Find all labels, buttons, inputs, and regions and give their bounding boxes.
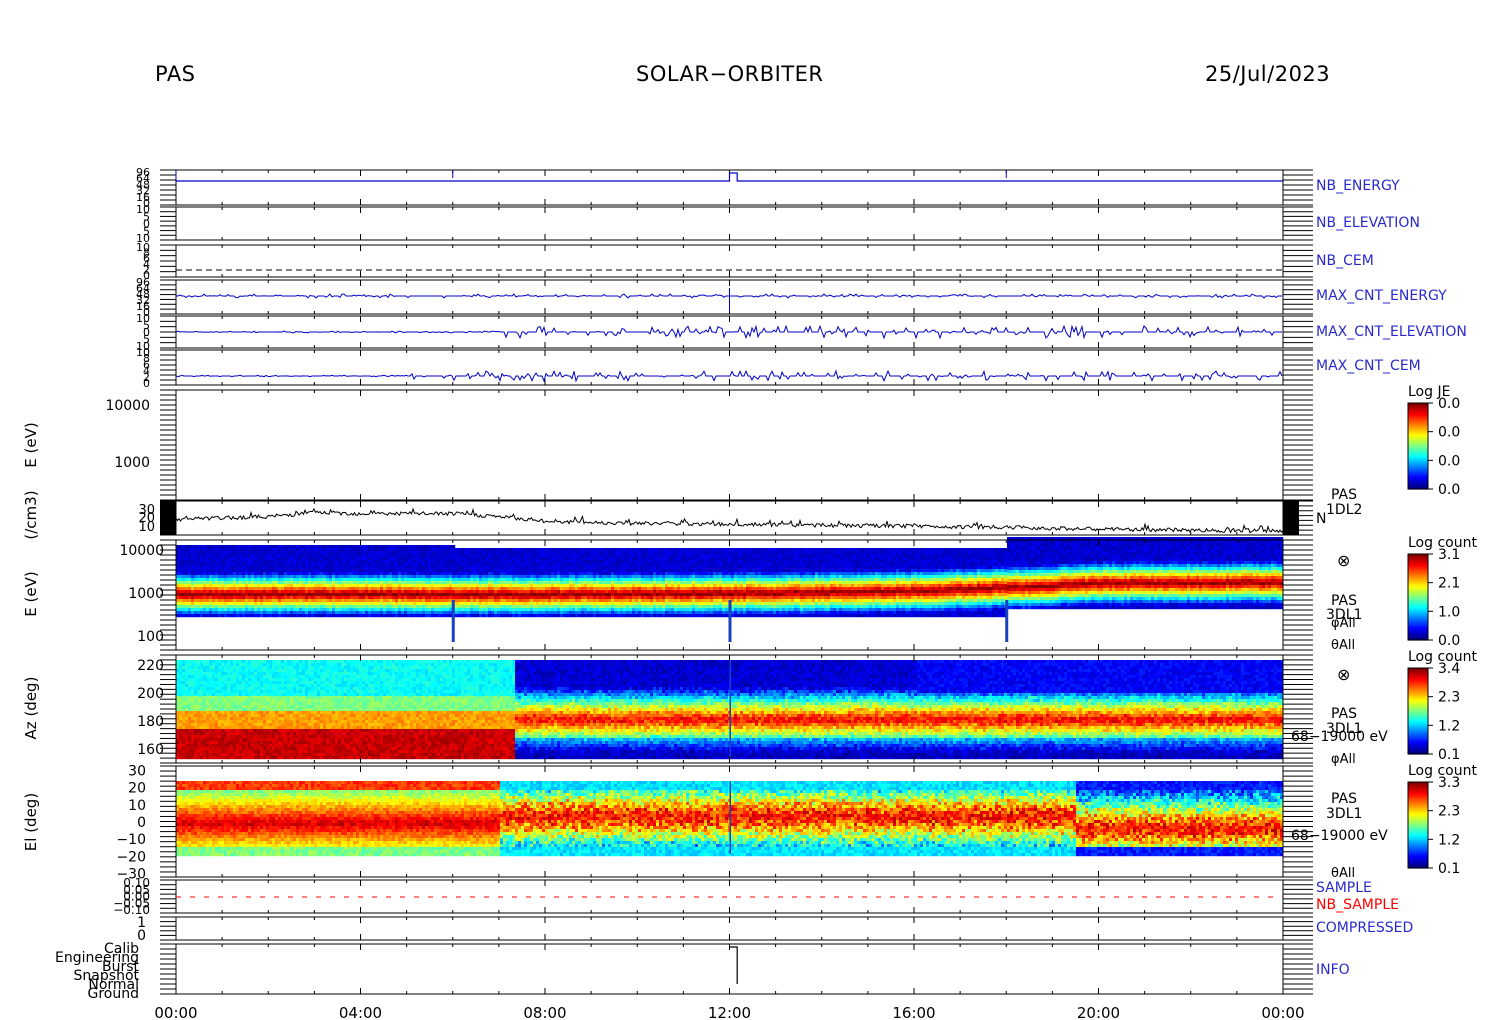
- energy-colorbar: [1408, 554, 1433, 641]
- max-cnt-elevation-panel-label: MAX_CNT_ELEVATION: [1316, 324, 1467, 340]
- density-ytick: 10: [138, 520, 155, 535]
- azimuth-ylabel: Az (deg): [22, 677, 40, 740]
- info-ytick: Ground: [88, 986, 140, 1002]
- density-left-block: [160, 501, 176, 535]
- x-tick-label: 04:00: [339, 1004, 382, 1020]
- nb-cem-panel: [160, 245, 1313, 277]
- nb-elevation-panel: [160, 207, 1313, 240]
- x-tick-label: 08:00: [523, 1004, 566, 1020]
- elevation-colorbar-tick: 1.2: [1438, 832, 1460, 848]
- max-cnt-energy-panel: [160, 280, 1313, 314]
- energy-theta-label: θAll: [1331, 638, 1355, 653]
- nb-cem-panel-label: NB_CEM: [1316, 253, 1374, 269]
- elevation-colorbar-tick: 2.3: [1438, 804, 1460, 820]
- nb-elevation-panel-label: NB_ELEVATION: [1316, 215, 1420, 231]
- azimuth-spectrogram-image: [176, 660, 1283, 759]
- je-colorbar-tick: 0.0: [1438, 425, 1460, 441]
- azimuth-energy-range: 68−19000 eV: [1291, 729, 1388, 745]
- elevation-pas-label: PAS: [1331, 791, 1357, 807]
- je-ytick: 10000: [105, 398, 150, 414]
- energy-colorbar-tick: 3.1: [1438, 547, 1460, 563]
- energy-direction-symbol: ⊗: [1337, 551, 1350, 570]
- azimuth-colorbar-tick: 2.3: [1438, 690, 1460, 706]
- info-panel: [160, 944, 1313, 994]
- density-panel: [160, 501, 1313, 535]
- azimuth-ytick: 220: [137, 658, 164, 674]
- je-colorbar-tick: 0.0: [1438, 396, 1460, 412]
- info-label: INFO: [1316, 962, 1350, 978]
- energy-spectrogram-image: [176, 537, 1283, 642]
- density-pas-label: PAS: [1331, 487, 1357, 503]
- max-cnt-elevation-trace: [176, 326, 1282, 338]
- elevation-ytick: 10: [128, 798, 146, 814]
- x-tick-label: 20:00: [1077, 1004, 1120, 1020]
- elevation-colorbar-tick: 3.3: [1438, 775, 1460, 791]
- azimuth-pas-label: PAS: [1331, 706, 1357, 722]
- elevation-ytick: 30: [128, 763, 146, 779]
- energy-colorbar-tick: 0.0: [1438, 633, 1460, 649]
- elevation-level-label: 3DL1: [1326, 806, 1362, 822]
- elevation-ytick: −20: [116, 849, 146, 865]
- azimuth-ytick: 200: [137, 686, 164, 702]
- density-right-block: [1283, 501, 1299, 535]
- energy-colorbar-tick: 1.0: [1438, 604, 1460, 620]
- info-trace: [730, 947, 738, 984]
- azimuth-phi-label: φAll: [1331, 752, 1356, 767]
- x-tick-label: 00:00: [1261, 1004, 1304, 1020]
- density-ylabel: (/cm3): [22, 490, 40, 539]
- energy-colorbar-tick: 2.1: [1438, 576, 1460, 592]
- elevation-ylabel: El (deg): [22, 793, 40, 851]
- energy-ylabel: E (eV): [22, 571, 40, 616]
- je-spectrogram-panel: [160, 390, 1313, 500]
- azimuth-colorbar-tick: 1.2: [1438, 718, 1460, 734]
- sample-label: SAMPLE: [1316, 880, 1372, 896]
- x-tick-label: 00:00: [154, 1004, 197, 1020]
- nb-sample-label: NB_SAMPLE: [1316, 897, 1399, 913]
- elevation-colorbar: [1408, 782, 1433, 869]
- max-cnt-cem-panel: [160, 350, 1313, 385]
- je-colorbar: [1408, 403, 1433, 490]
- je-ylabel: E (eV): [22, 422, 40, 467]
- azimuth-colorbar: [1408, 668, 1433, 755]
- x-tick-label: 12:00: [708, 1004, 751, 1020]
- nb-energy-panel-label: NB_ENERGY: [1316, 178, 1400, 194]
- energy-ytick: 10000: [119, 543, 164, 559]
- elevation-ytick: 0: [137, 815, 146, 831]
- je-ytick: 1000: [114, 455, 150, 471]
- elevation-ytick: 20: [128, 781, 146, 797]
- max-cnt-cem-panel-ytick: 0: [143, 377, 150, 390]
- azimuth-ytick: 180: [137, 714, 164, 730]
- compressed-panel: [160, 917, 1313, 940]
- summary-plot: 96644832160NB_ENERGY1050510NB_ELEVATION1…: [0, 0, 1512, 1020]
- elevation-ytick: −10: [116, 832, 146, 848]
- elevation-spectrogram-image: [176, 781, 1283, 856]
- elevation-theta-label: θAll: [1331, 866, 1355, 881]
- density-n-label: N: [1316, 511, 1326, 527]
- azimuth-ytick: 160: [137, 742, 164, 758]
- je-colorbar-tick: 0.0: [1438, 482, 1460, 498]
- energy-phi-label: φAll: [1331, 616, 1356, 631]
- x-tick-label: 16:00: [892, 1004, 935, 1020]
- energy-ytick: 100: [137, 629, 164, 645]
- elevation-energy-range: 68−19000 eV: [1291, 828, 1388, 844]
- density-level-label: 1DL2: [1326, 502, 1362, 518]
- azimuth-colorbar-tick: 3.4: [1438, 661, 1460, 677]
- nb-energy-panel: [160, 170, 1313, 205]
- compressed-label: COMPRESSED: [1316, 920, 1413, 936]
- elevation-colorbar-tick: 0.1: [1438, 861, 1460, 877]
- azimuth-colorbar-tick: 0.1: [1438, 747, 1460, 763]
- max-cnt-cem-panel-label: MAX_CNT_CEM: [1316, 358, 1421, 374]
- max-cnt-energy-panel-label: MAX_CNT_ENERGY: [1316, 288, 1447, 304]
- azimuth-direction-symbol: ⊗: [1337, 665, 1350, 684]
- energy-ytick: 1000: [128, 586, 164, 602]
- je-colorbar-tick: 0.0: [1438, 453, 1460, 469]
